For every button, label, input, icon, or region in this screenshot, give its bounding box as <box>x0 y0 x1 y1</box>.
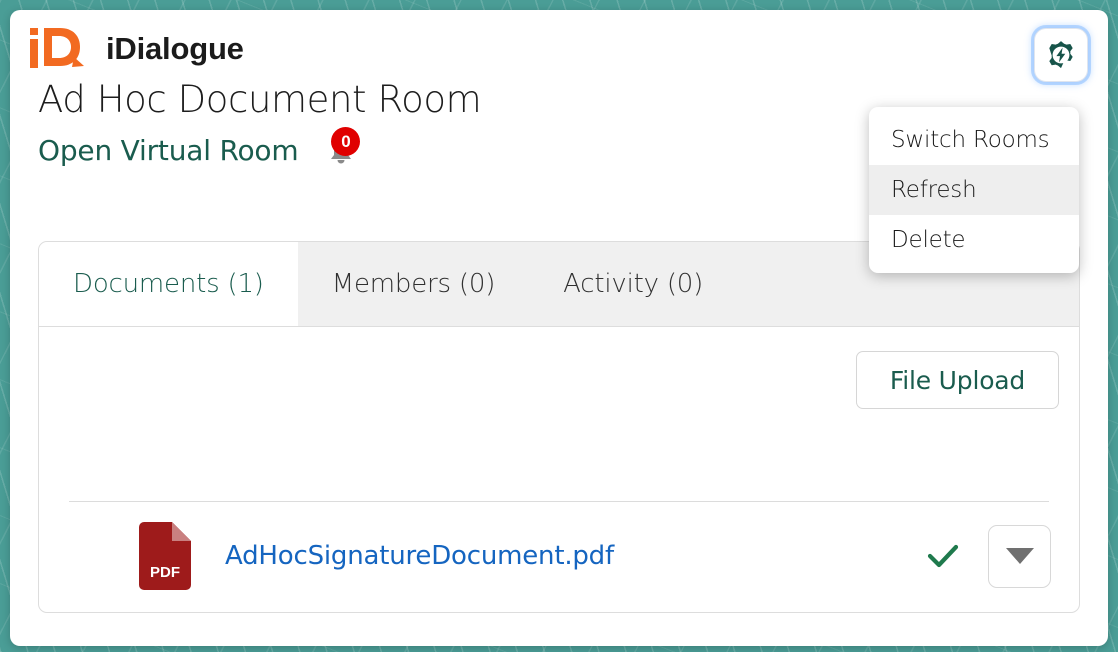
notification-bell[interactable]: 0 <box>324 127 361 167</box>
open-virtual-room-link[interactable]: Open Virtual Room <box>38 134 299 167</box>
tab-members[interactable]: Members (0) <box>298 242 529 326</box>
menu-item-switch-rooms[interactable]: Switch Rooms <box>869 115 1079 165</box>
tab-activity[interactable]: Activity (0) <box>529 242 737 326</box>
settings-gear-button[interactable] <box>1034 28 1088 82</box>
tab-documents[interactable]: Documents (1) <box>39 242 298 326</box>
menu-item-delete[interactable]: Delete <box>869 215 1079 265</box>
checkmark-icon <box>927 544 959 568</box>
settings-dropdown-menu: Switch Rooms Refresh Delete <box>869 107 1079 273</box>
app-sheet: iDialogue Ad Hoc Document Room Open Virt… <box>10 10 1108 646</box>
content-card: Documents (1) Members (0) Activity (0) F… <box>38 241 1080 613</box>
brand-row: iDialogue <box>10 10 1108 72</box>
document-name-link[interactable]: AdHocSignatureDocument.pdf <box>225 541 614 571</box>
document-row: PDF AdHocSignatureDocument.pdf <box>135 521 1051 591</box>
menu-item-refresh[interactable]: Refresh <box>869 165 1079 215</box>
idialogue-logo-icon <box>30 28 84 68</box>
tab-activity-label: Activity (0) <box>563 269 704 299</box>
document-divider <box>69 501 1049 502</box>
caret-down-icon <box>1005 548 1034 564</box>
gear-bolt-icon <box>1049 41 1073 69</box>
svg-text:PDF: PDF <box>150 564 180 581</box>
documents-panel: File Upload PDF AdHocSignatureDocument.p… <box>39 327 1079 613</box>
brand-name: iDialogue <box>106 31 244 66</box>
pdf-file-icon: PDF <box>139 522 191 590</box>
tab-documents-label: Documents (1) <box>73 269 264 299</box>
document-actions-button[interactable] <box>988 524 1051 588</box>
tab-members-label: Members (0) <box>331 269 496 299</box>
file-upload-button[interactable]: File Upload <box>856 351 1059 409</box>
